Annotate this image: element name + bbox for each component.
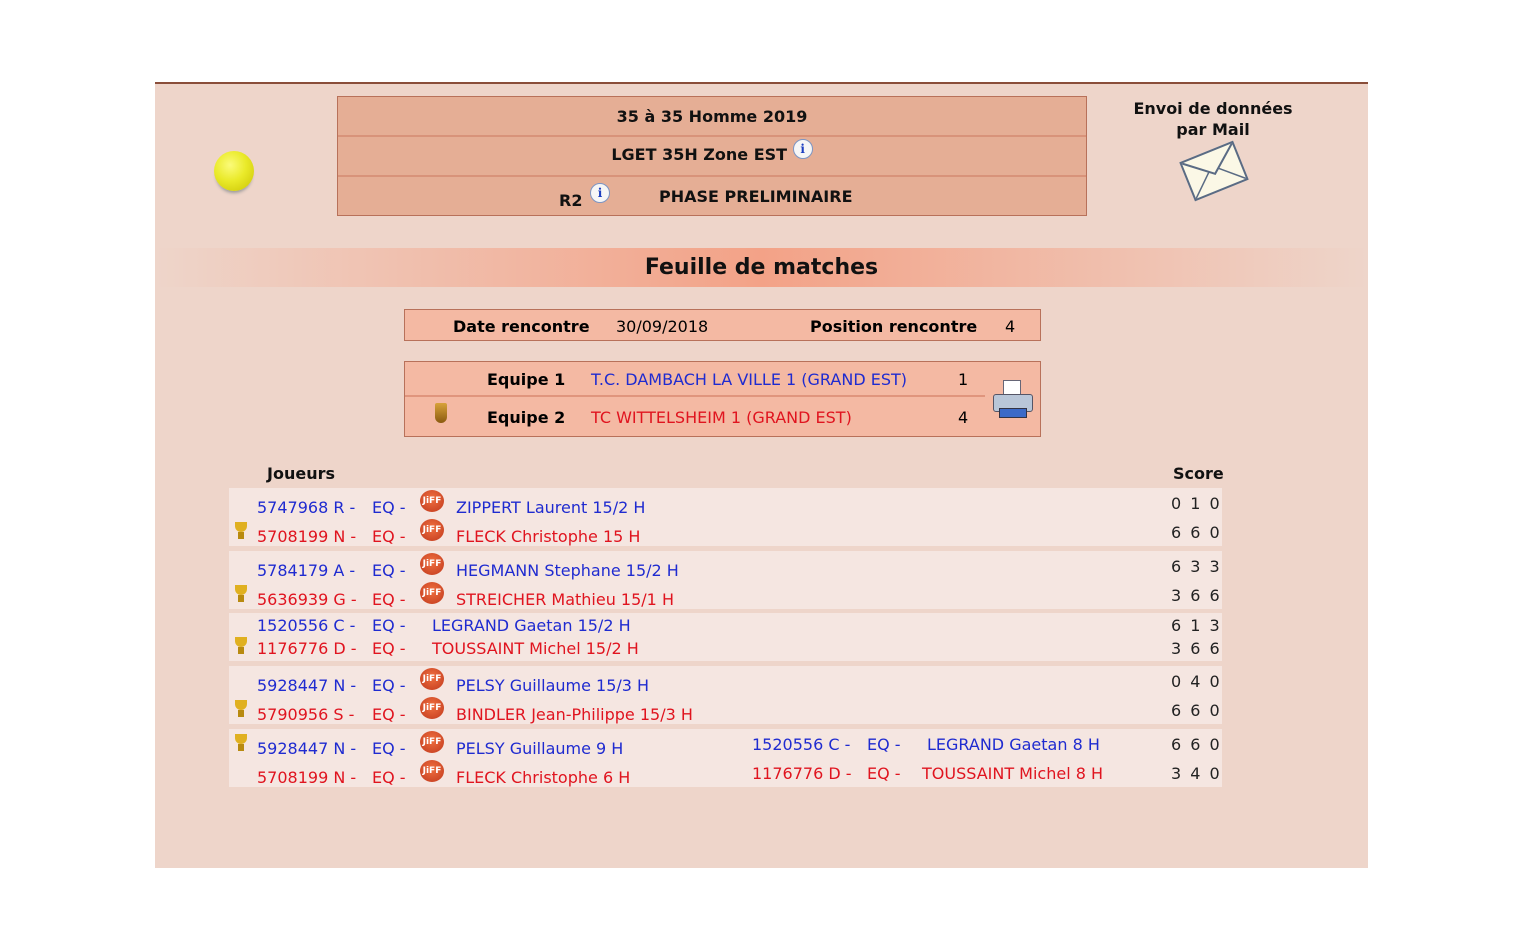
team1-label: Equipe 1 (487, 370, 566, 389)
player2-team: EQ - (372, 768, 406, 787)
position-label: Position rencontre (810, 317, 978, 336)
trophy-icon (234, 734, 248, 752)
date-label: Date rencontre (453, 317, 590, 336)
jiff-icon: JiFF (420, 582, 444, 604)
player1-licence[interactable]: 5784179 A - (257, 561, 355, 580)
player2-name[interactable]: TOUSSAINT Michel 15/2 H (432, 639, 639, 658)
header-divider (338, 175, 1086, 177)
player1-name[interactable]: ZIPPERT Laurent 15/2 H (456, 498, 645, 517)
mail-label-line1: Envoi de données (1133, 99, 1293, 118)
team2-label: Equipe 2 (487, 408, 566, 427)
main-panel: 35 à 35 Homme 2019 LGET 35H Zone EST i R… (155, 82, 1368, 868)
player2-team: EQ - (372, 705, 406, 724)
player1-score: 6 1 3 (1171, 616, 1222, 635)
page-title: Feuille de matches (155, 248, 1368, 287)
position-value: 4 (1005, 317, 1016, 336)
jiff-icon: JiFF (420, 760, 444, 782)
division-row: LGET 35H Zone EST i (338, 139, 1086, 165)
partner1-team: EQ - (867, 735, 901, 754)
player1-name[interactable]: PELSY Guillaume 15/3 H (456, 676, 649, 695)
match-row: 5784179 A - EQ - JiFF HEGMANN Stephane 1… (229, 551, 1222, 609)
trophy-icon (234, 522, 248, 540)
players-column-header: Joueurs (267, 464, 335, 483)
player1-team: EQ - (372, 676, 406, 695)
player1-team: EQ - (372, 498, 406, 517)
player2-score: 3 6 6 (1171, 639, 1222, 658)
mail-label-line2: par Mail (1176, 120, 1250, 139)
partner1-name[interactable]: LEGRAND Gaetan 8 H (927, 735, 1100, 754)
trophy-icon (234, 700, 248, 718)
team1-score: 1 (958, 370, 969, 389)
division-name: LGET 35H Zone EST (611, 145, 788, 164)
date-value: 30/09/2018 (616, 317, 709, 336)
team2-name-link[interactable]: TC WITTELSHEIM 1 (GRAND EST) (591, 408, 852, 427)
player2-score: 6 6 0 (1171, 523, 1222, 542)
player1-score: 0 1 0 (1171, 494, 1222, 513)
player2-name[interactable]: BINDLER Jean-Philippe 15/3 H (456, 705, 693, 724)
player1-licence[interactable]: 5928447 N - (257, 739, 356, 758)
competition-title: 35 à 35 Homme 2019 (616, 107, 808, 126)
player1-score: 6 3 3 (1171, 557, 1222, 576)
player1-team: EQ - (372, 739, 406, 758)
jiff-icon: JiFF (420, 490, 444, 512)
mail-send-label[interactable]: Envoi de données par Mail (1113, 98, 1313, 140)
player1-name[interactable]: LEGRAND Gaetan 15/2 H (432, 616, 631, 635)
division-info-icon[interactable]: i (792, 139, 813, 159)
trophy-icon (234, 585, 248, 603)
score-column-header: Score (1173, 464, 1224, 483)
jiff-icon: JiFF (420, 731, 444, 753)
player2-licence[interactable]: 5708199 N - (257, 527, 356, 546)
player1-name[interactable]: HEGMANN Stephane 15/2 H (456, 561, 679, 580)
player1-score: 6 6 0 (1171, 735, 1222, 754)
player2-licence[interactable]: 1176776 D - (257, 639, 357, 658)
jiff-icon: JiFF (420, 697, 444, 719)
teams-box: Equipe 1 T.C. DAMBACH LA VILLE 1 (GRAND … (404, 361, 1041, 437)
jiff-icon: JiFF (420, 668, 444, 690)
jiff-icon: JiFF (420, 553, 444, 575)
player2-team: EQ - (372, 527, 406, 546)
player2-name[interactable]: STREICHER Mathieu 15/1 H (456, 590, 674, 609)
partner2-name[interactable]: TOUSSAINT Michel 8 H (922, 764, 1103, 783)
level-info-icon[interactable]: i (590, 183, 610, 203)
player2-team: EQ - (372, 639, 406, 658)
player2-score: 6 6 0 (1171, 701, 1222, 720)
match-row: 5928447 N - EQ - JiFF PELSY Guillaume 15… (229, 666, 1222, 724)
header-divider (338, 135, 1086, 137)
tennis-ball-icon (214, 151, 254, 191)
player2-name[interactable]: FLECK Christophe 15 H (456, 527, 640, 546)
jiff-icon: JiFF (420, 519, 444, 541)
level-label: R2 (559, 191, 583, 210)
printer-icon[interactable] (991, 376, 1033, 418)
envelope-icon[interactable] (1179, 140, 1249, 202)
player1-licence[interactable]: 1520556 C - (257, 616, 355, 635)
rencontre-info-bar: Date rencontre 30/09/2018 Position renco… (404, 309, 1041, 341)
team1-name-link[interactable]: T.C. DAMBACH LA VILLE 1 (GRAND EST) (591, 370, 907, 389)
player2-name[interactable]: FLECK Christophe 6 H (456, 768, 630, 787)
match-row: 5747968 R - EQ - JiFF ZIPPERT Laurent 15… (229, 488, 1222, 546)
player2-score: 3 4 0 (1171, 764, 1222, 783)
player2-licence[interactable]: 5790956 S - (257, 705, 354, 724)
player1-team: EQ - (372, 616, 406, 635)
player2-team: EQ - (372, 590, 406, 609)
winner-cup-icon (435, 403, 447, 423)
player2-score: 3 6 6 (1171, 586, 1222, 605)
team2-score: 4 (958, 408, 969, 427)
partner1-licence[interactable]: 1520556 C - (752, 735, 850, 754)
player1-name[interactable]: PELSY Guillaume 9 H (456, 739, 623, 758)
competition-header: 35 à 35 Homme 2019 LGET 35H Zone EST i R… (337, 96, 1087, 216)
partner2-team: EQ - (867, 764, 901, 783)
match-row: 5928447 N - EQ - JiFF PELSY Guillaume 9 … (229, 729, 1222, 787)
partner2-licence[interactable]: 1176776 D - (752, 764, 852, 783)
player1-licence[interactable]: 5928447 N - (257, 676, 356, 695)
player2-licence[interactable]: 5636939 G - (257, 590, 357, 609)
phase-label: PHASE PRELIMINAIRE (659, 187, 853, 206)
player2-licence[interactable]: 5708199 N - (257, 768, 356, 787)
teams-divider (405, 395, 985, 397)
match-row: 1520556 C - EQ - LEGRAND Gaetan 15/2 H 6… (229, 613, 1222, 661)
player1-score: 0 4 0 (1171, 672, 1222, 691)
player1-team: EQ - (372, 561, 406, 580)
trophy-icon (234, 637, 248, 655)
player1-licence[interactable]: 5747968 R - (257, 498, 355, 517)
